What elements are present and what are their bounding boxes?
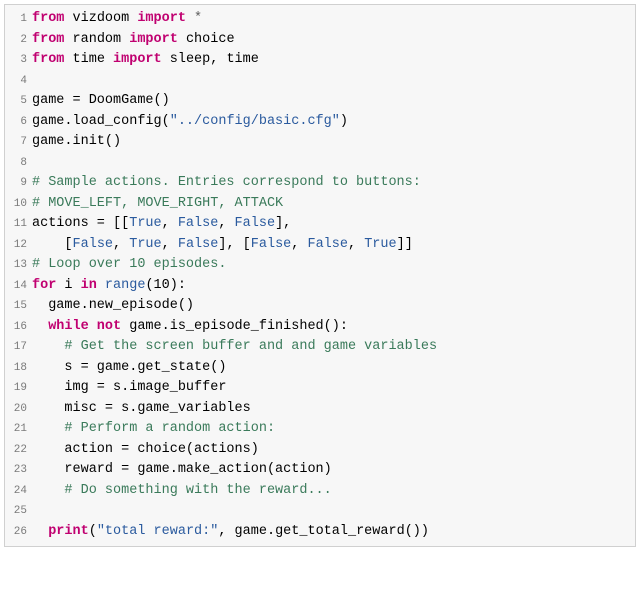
code-line: 24 # Do something with the reward...	[7, 481, 629, 502]
code-content: from vizdoom import *	[32, 9, 629, 30]
line-number: 17	[7, 337, 32, 358]
line-number: 16	[7, 317, 32, 338]
line-number: 4	[7, 71, 32, 92]
code-content	[32, 501, 629, 522]
code-content	[32, 71, 629, 92]
line-number: 18	[7, 358, 32, 379]
code-line: 5game = DoomGame()	[7, 91, 629, 112]
line-number: 2	[7, 30, 32, 51]
code-line: 26 print("total reward:", game.get_total…	[7, 522, 629, 543]
code-line: 16 while not game.is_episode_finished():	[7, 317, 629, 338]
code-content: from time import sleep, time	[32, 50, 629, 71]
line-number: 8	[7, 153, 32, 174]
line-number: 3	[7, 50, 32, 71]
line-number: 5	[7, 91, 32, 112]
line-number: 22	[7, 440, 32, 461]
line-number: 1	[7, 9, 32, 30]
code-content: game.init()	[32, 132, 629, 153]
code-content: game.new_episode()	[32, 296, 629, 317]
code-content: for i in range(10):	[32, 276, 629, 297]
code-line: 23 reward = game.make_action(action)	[7, 460, 629, 481]
code-content: # Sample actions. Entries correspond to …	[32, 173, 629, 194]
line-number: 12	[7, 235, 32, 256]
code-line: 7game.init()	[7, 132, 629, 153]
code-content: img = s.image_buffer	[32, 378, 629, 399]
line-number: 14	[7, 276, 32, 297]
code-line: 20 misc = s.game_variables	[7, 399, 629, 420]
code-line: 11actions = [[True, False, False],	[7, 214, 629, 235]
code-content: game = DoomGame()	[32, 91, 629, 112]
line-number: 7	[7, 132, 32, 153]
line-number: 6	[7, 112, 32, 133]
code-content: # Get the screen buffer and and game var…	[32, 337, 629, 358]
line-number: 10	[7, 194, 32, 215]
code-content: reward = game.make_action(action)	[32, 460, 629, 481]
code-line: 1from vizdoom import *	[7, 9, 629, 30]
code-line: 25	[7, 501, 629, 522]
code-line: 6game.load_config("../config/basic.cfg")	[7, 112, 629, 133]
code-line: 4	[7, 71, 629, 92]
code-line: 15 game.new_episode()	[7, 296, 629, 317]
code-line: 13# Loop over 10 episodes.	[7, 255, 629, 276]
line-number: 25	[7, 501, 32, 522]
code-content: # Do something with the reward...	[32, 481, 629, 502]
code-line: 18 s = game.get_state()	[7, 358, 629, 379]
code-line: 3from time import sleep, time	[7, 50, 629, 71]
code-content: action = choice(actions)	[32, 440, 629, 461]
code-content: while not game.is_episode_finished():	[32, 317, 629, 338]
code-content: actions = [[True, False, False],	[32, 214, 629, 235]
code-line: 22 action = choice(actions)	[7, 440, 629, 461]
code-content: game.load_config("../config/basic.cfg")	[32, 112, 629, 133]
line-number: 21	[7, 419, 32, 440]
line-number: 20	[7, 399, 32, 420]
code-line: 12 [False, True, False], [False, False, …	[7, 235, 629, 256]
line-number: 15	[7, 296, 32, 317]
code-content: from random import choice	[32, 30, 629, 51]
code-line: 10# MOVE_LEFT, MOVE_RIGHT, ATTACK	[7, 194, 629, 215]
line-number: 13	[7, 255, 32, 276]
code-content: # Loop over 10 episodes.	[32, 255, 629, 276]
line-number: 23	[7, 460, 32, 481]
code-listing: 1from vizdoom import *2from random impor…	[4, 4, 636, 547]
code-line: 19 img = s.image_buffer	[7, 378, 629, 399]
line-number: 11	[7, 214, 32, 235]
line-number: 26	[7, 522, 32, 543]
code-content: s = game.get_state()	[32, 358, 629, 379]
line-number: 24	[7, 481, 32, 502]
code-line: 9# Sample actions. Entries correspond to…	[7, 173, 629, 194]
code-line: 2from random import choice	[7, 30, 629, 51]
line-number: 9	[7, 173, 32, 194]
code-content: # Perform a random action:	[32, 419, 629, 440]
code-content: print("total reward:", game.get_total_re…	[32, 522, 629, 543]
code-line: 14for i in range(10):	[7, 276, 629, 297]
code-content: [False, True, False], [False, False, Tru…	[32, 235, 629, 256]
code-line: 21 # Perform a random action:	[7, 419, 629, 440]
line-number: 19	[7, 378, 32, 399]
code-line: 8	[7, 153, 629, 174]
code-content	[32, 153, 629, 174]
code-content: misc = s.game_variables	[32, 399, 629, 420]
code-line: 17 # Get the screen buffer and and game …	[7, 337, 629, 358]
code-content: # MOVE_LEFT, MOVE_RIGHT, ATTACK	[32, 194, 629, 215]
